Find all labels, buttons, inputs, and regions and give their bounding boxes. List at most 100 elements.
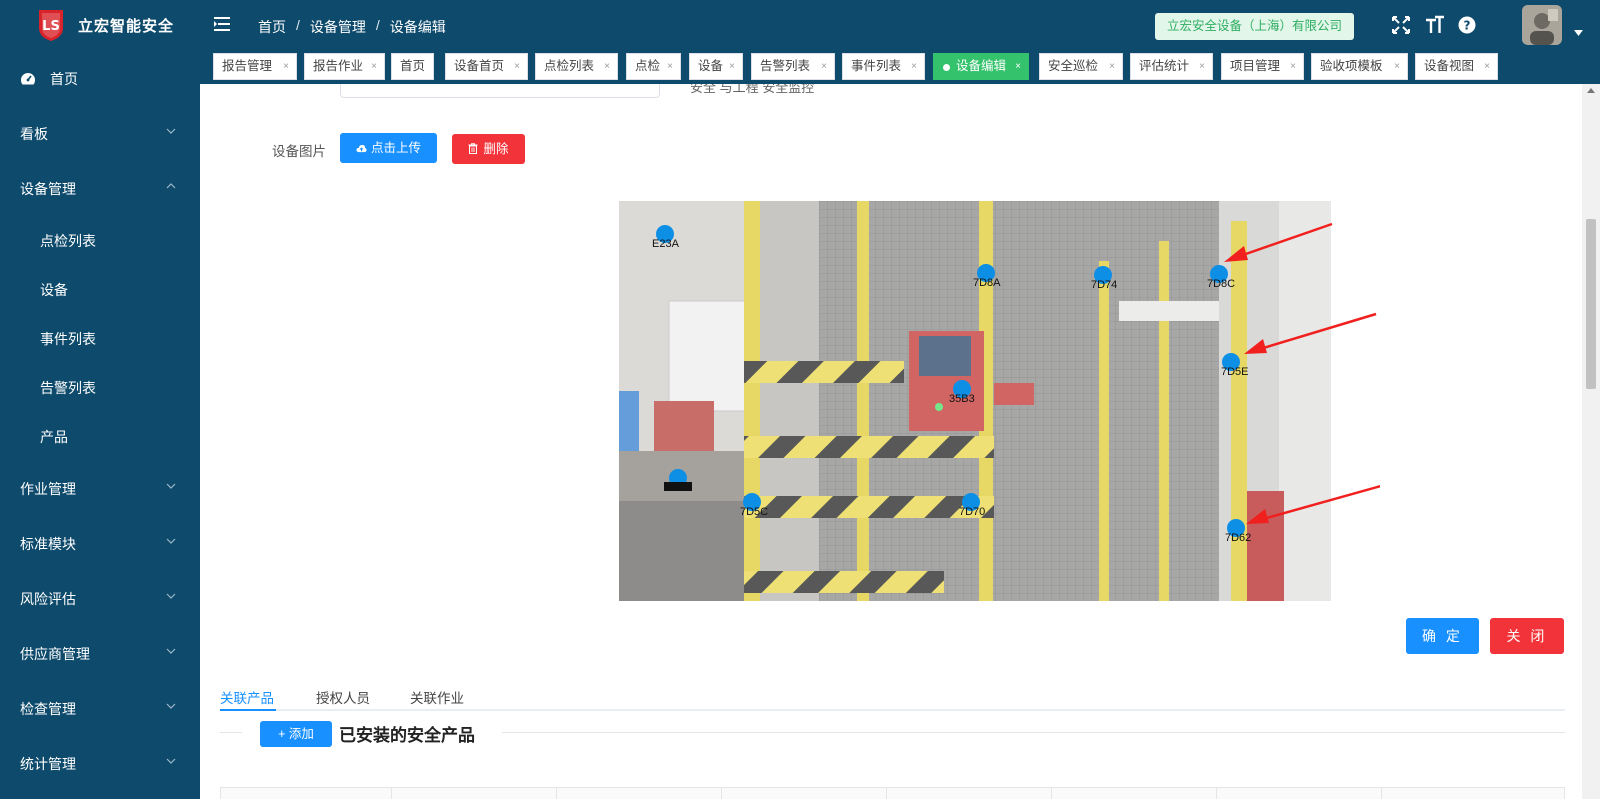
tab-alarm-list[interactable]: 告警列表 × [751,53,835,80]
sidebar-item-dashboard[interactable]: 看板 [0,110,200,158]
close-icon[interactable]: × [1394,54,1400,79]
close-icon[interactable]: × [729,54,735,79]
tab-inspection[interactable]: 点检 × [626,53,681,80]
sidebar-item-event-list[interactable]: 事件列表 [0,315,200,363]
tab-project-management[interactable]: 项目管理 × [1221,53,1304,80]
help-icon[interactable]: ? [1458,16,1476,34]
sensor-marker-label: 7D70 [959,506,986,518]
sidebar-item-label: 供应商管理 [20,646,90,662]
vertical-scrollbar[interactable] [1582,84,1600,799]
upload-button-label: 点击上传 [370,141,421,155]
sidebar-item-standard-module[interactable]: 标准模块 [0,520,200,568]
tab-authorized-personnel[interactable]: 授权人员 [316,687,370,707]
tab-related-products[interactable]: 关联产品 [220,687,274,707]
sidebar-item-label: 检查管理 [20,701,76,717]
confirm-button[interactable]: 确 定 [1406,618,1479,654]
dashboard-icon [20,73,36,85]
close-icon[interactable]: × [514,54,520,79]
sidebar-item-inspection-management[interactable]: 检查管理 [0,685,200,733]
sidebar-item-supplier-management[interactable]: 供应商管理 [0,630,200,678]
chevron-down-icon [166,703,176,709]
tab-inspection-list[interactable]: 点检列表 × [535,53,618,80]
fullscreen-icon[interactable] [1391,15,1411,35]
user-avatar[interactable] [1522,5,1562,45]
tab-report-job[interactable]: 报告作业 × [304,53,385,80]
tab-device-view[interactable]: 设备视图 × [1415,53,1498,80]
active-tab-indicator [220,709,276,711]
active-dot-icon [943,64,950,71]
close-icon[interactable]: × [604,54,610,79]
tab-report-management[interactable]: 报告管理 × [213,53,297,80]
sensor-marker-label: E23A [652,238,679,250]
tab-related-jobs[interactable]: 关联作业 [410,687,464,707]
detail-tabs: 关联产品 授权人员 关联作业 [220,687,1565,711]
sidebar-item-label: 设备 [40,282,68,298]
table-column-divider [391,788,392,799]
table-column-divider [1381,788,1382,799]
tab-label: 事件列表 [851,59,902,73]
breadcrumb-item[interactable]: 首页 [258,17,286,37]
sensor-marker-label: 7D5C [740,506,769,518]
sidebar-item-inspection-list[interactable]: 点检列表 [0,217,200,265]
close-icon[interactable]: × [1290,54,1296,79]
tab-device-edit[interactable]: 设备编辑 × [933,53,1029,80]
delete-button[interactable]: 删除 [452,134,525,164]
close-icon[interactable]: × [667,54,673,79]
breadcrumb-item[interactable]: 设备管理 [310,17,366,37]
breadcrumb-separator: / [375,17,380,33]
sidebar-item-label: 事件列表 [40,331,96,347]
sidebar-item-device-management[interactable]: 设备管理 [0,165,200,213]
tab-label: 设备编辑 [956,59,1007,73]
divider [502,732,1565,733]
close-icon[interactable]: × [821,54,827,79]
tab-assessment-statistics[interactable]: 评估统计 × [1130,53,1213,80]
partial-field-text: 安全 与工程 安全监控 [690,84,815,95]
add-button[interactable]: + 添加 [260,721,332,747]
delete-button-label: 删除 [483,142,509,156]
main-content: 安全 与工程 安全监控 设备图片 点击上传 删除 E23A 7D8A 7D74 … [200,84,1600,799]
sidebar-item-job-management[interactable]: 作业管理 [0,465,200,513]
svg-text:LS: LS [42,19,60,34]
logo-icon: LS [34,8,68,42]
sidebar-item-label: 标准模块 [20,536,76,552]
sidebar-item-product[interactable]: 产品 [0,413,200,461]
tab-label: 点检列表 [544,59,595,73]
top-header: 首页 / 设备管理 / 设备编辑 立宏安全设备（上海）有限公司 ? [200,0,1600,50]
font-size-icon[interactable] [1425,15,1445,35]
sidebar-item-statistics-management[interactable]: 统计管理 [0,740,200,788]
device-name-input[interactable] [340,84,660,98]
tab-acceptance-template[interactable]: 验收项模板 × [1311,53,1408,80]
annotation-arrows [1224,222,1380,524]
sidebar-item-device[interactable]: 设备 [0,266,200,314]
tab-safety-patrol[interactable]: 安全巡检 × [1039,53,1123,80]
sidebar-item-label: 看板 [20,126,48,142]
caret-down-icon[interactable] [1574,30,1583,36]
tab-label: 报告作业 [313,59,364,73]
divider [220,732,242,733]
tab-device[interactable]: 设备 × [689,53,743,80]
breadcrumb-item-current: 设备编辑 [389,19,446,35]
close-icon[interactable]: × [1199,54,1205,79]
menu-toggle-icon[interactable] [214,16,232,32]
trash-icon [468,143,478,154]
close-icon[interactable]: × [911,54,917,79]
tab-device-home[interactable]: 设备首页 × [445,53,528,80]
tab-home[interactable]: 首页 [391,53,434,80]
close-icon[interactable]: × [283,54,289,79]
close-button[interactable]: 关 闭 [1490,618,1564,654]
sidebar-item-risk-assessment[interactable]: 风险评估 [0,575,200,623]
sidebar-item-alarm-list[interactable]: 告警列表 [0,364,200,412]
close-icon[interactable]: × [371,54,377,79]
tab-label: 安全巡检 [1048,59,1099,73]
sidebar-item-home[interactable]: 首页 [0,55,200,103]
sidebar-item-label: 首页 [50,71,78,87]
upload-button[interactable]: 点击上传 [340,133,437,163]
close-icon[interactable]: × [1484,54,1490,79]
scrollbar-thumb[interactable] [1586,219,1596,389]
close-icon[interactable]: × [1015,54,1021,79]
scroll-up-icon[interactable] [1587,88,1595,93]
close-icon[interactable]: × [1109,54,1115,79]
tab-event-list[interactable]: 事件列表 × [842,53,925,80]
tab-label: 验收项模板 [1320,59,1383,73]
tab-label: 点检 [635,59,661,73]
